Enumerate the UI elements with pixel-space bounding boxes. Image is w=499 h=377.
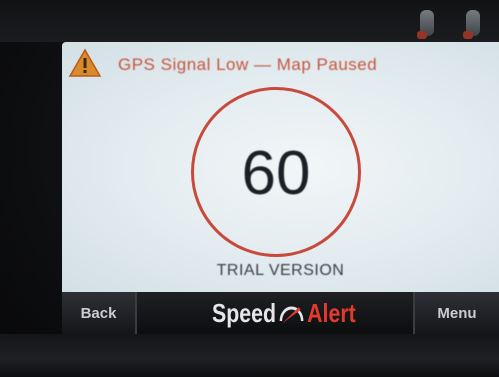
back-button[interactable]: Back bbox=[62, 292, 137, 334]
logo-speed-text: Speed bbox=[212, 297, 276, 328]
bottom-bezel bbox=[0, 334, 499, 377]
speed-limit-sign: 60 bbox=[191, 87, 361, 257]
gps-warning: GPS Signal Low — Map Paused bbox=[68, 48, 377, 78]
speed-screen: GPS Signal Low — Map Paused 60 TRIAL VER… bbox=[62, 42, 499, 292]
warning-text: GPS Signal Low — Map Paused bbox=[118, 55, 378, 74]
gauge-needle-icon bbox=[279, 306, 304, 323]
bottom-toolbar: Back Speed Alert Menu bbox=[62, 292, 499, 334]
device-status-icon bbox=[463, 10, 480, 39]
device-frame: GPS Signal Low — Map Paused 60 TRIAL VER… bbox=[0, 0, 499, 377]
speedalert-logo: Speed Alert bbox=[212, 294, 356, 332]
trial-version-label: TRIAL VERSION bbox=[216, 262, 345, 279]
speed-limit-value: 60 bbox=[241, 139, 311, 208]
top-bezel bbox=[0, 0, 499, 42]
logo-alert-text: Alert bbox=[307, 297, 356, 328]
warning-triangle-icon bbox=[68, 48, 102, 77]
menu-button[interactable]: Menu bbox=[413, 292, 499, 334]
device-status-icon bbox=[417, 10, 434, 39]
